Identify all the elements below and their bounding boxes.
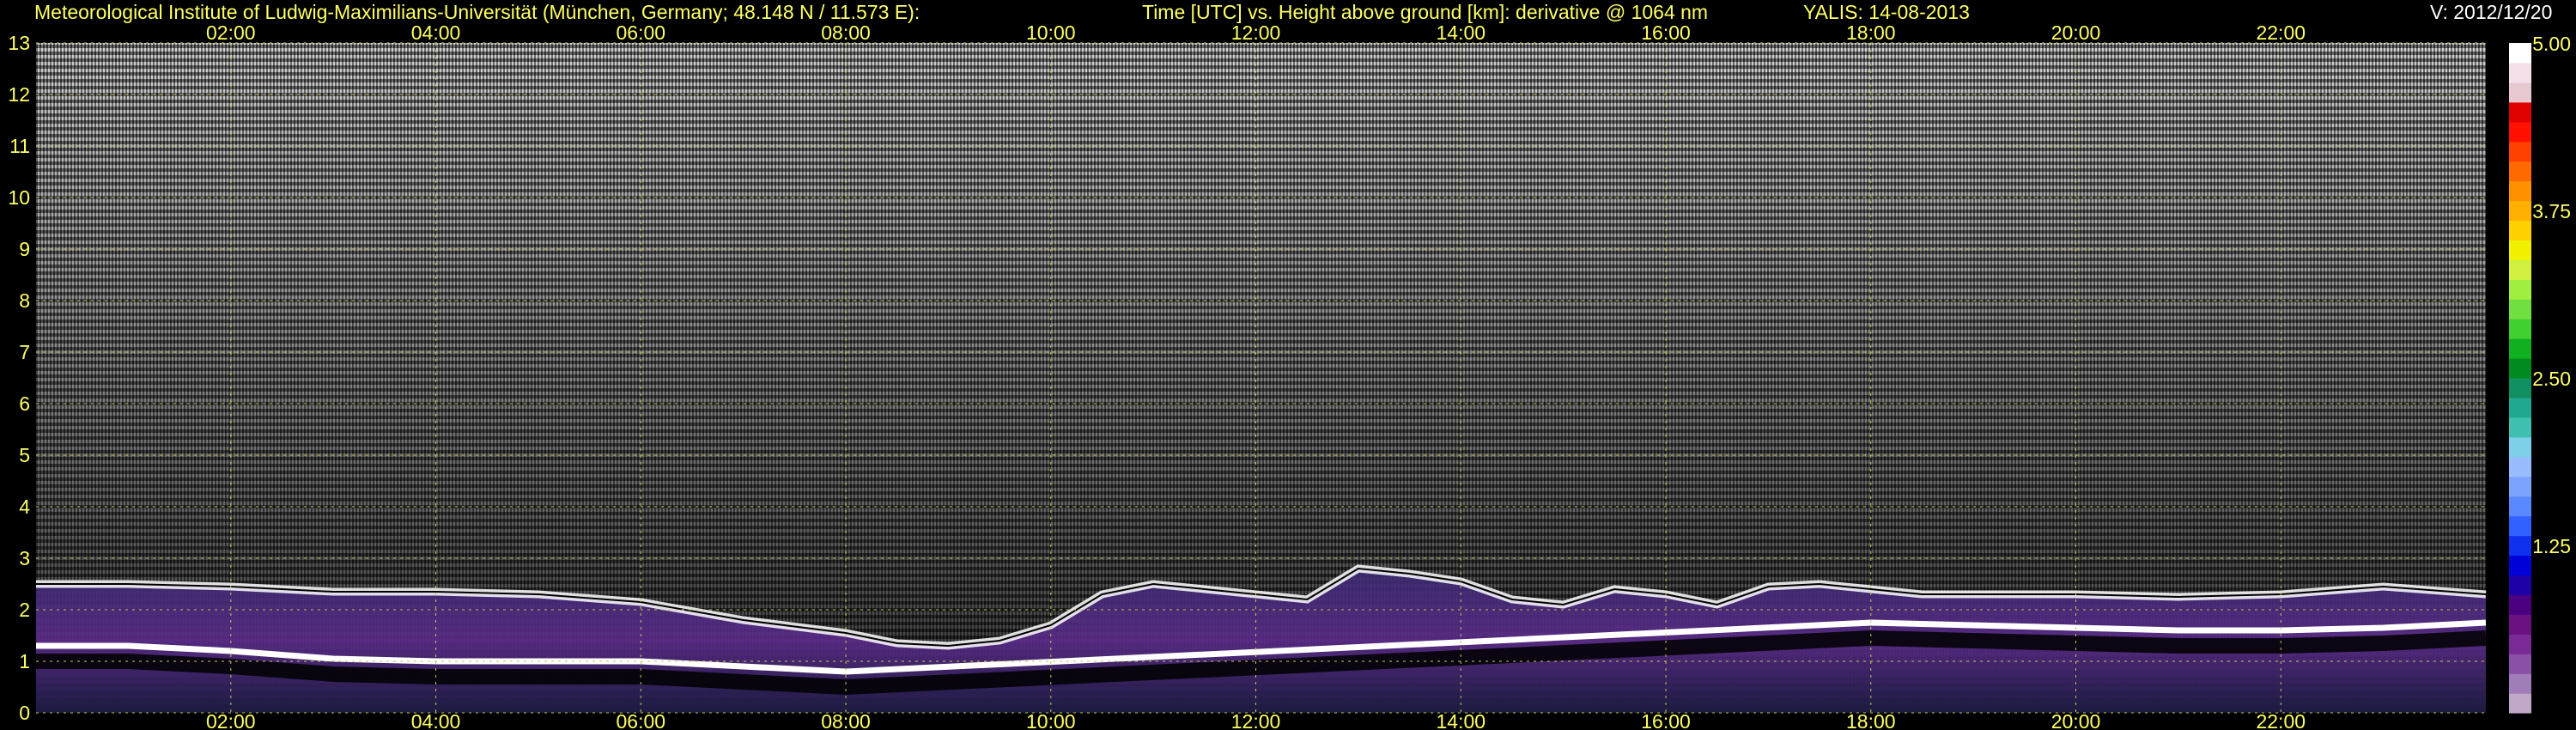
x-tick-bottom-3: 08:00 <box>821 710 871 730</box>
colorbar-swatch-12 <box>2509 456 2531 478</box>
y-tick-8: 8 <box>19 289 30 312</box>
colorbar-swatch-0 <box>2509 693 2531 714</box>
colorbar-swatch-17 <box>2509 358 2531 379</box>
colorbar-swatch-32 <box>2509 62 2531 83</box>
colorbar: 1.25 2.50 3.75 5.00 <box>2509 33 2571 714</box>
x-tick-top-2: 06:00 <box>617 21 666 44</box>
colorbar-swatch-24 <box>2509 220 2531 241</box>
x-tick-top-7: 16:00 <box>1641 21 1691 44</box>
colorbar-tick-1: 2.50 <box>2532 368 2571 390</box>
colorbar-swatch-23 <box>2509 240 2531 260</box>
colorbar-swatch-7 <box>2509 555 2531 576</box>
colorbar-tick-3: 5.00 <box>2532 33 2571 55</box>
colorbar-swatch-18 <box>2509 338 2531 359</box>
colorbar-tick-0: 1.25 <box>2532 535 2571 557</box>
colorbar-swatch-8 <box>2509 535 2531 557</box>
colorbar-swatch-33 <box>2509 43 2531 64</box>
colorbar-swatch-19 <box>2509 319 2531 339</box>
y-tick-2: 2 <box>19 599 30 621</box>
colorbar-swatch-25 <box>2509 200 2531 222</box>
y-tick-13: 13 <box>8 32 30 54</box>
colorbar-swatch-1 <box>2509 673 2531 694</box>
x-tick-top-4: 10:00 <box>1026 21 1076 44</box>
colorbar-swatch-5 <box>2509 594 2531 615</box>
x-tick-top-1: 04:00 <box>411 21 461 44</box>
colorbar-swatch-26 <box>2509 180 2531 202</box>
x-tick-bottom-0: 02:00 <box>206 710 256 730</box>
x-tick-top-5: 12:00 <box>1231 21 1281 44</box>
y-tick-5: 5 <box>19 444 30 466</box>
y-tick-10: 10 <box>8 186 30 209</box>
colorbar-swatch-11 <box>2509 476 2531 497</box>
x-tick-top-3: 08:00 <box>821 21 871 44</box>
x-tick-bottom-1: 04:00 <box>411 710 461 730</box>
colorbar-swatch-13 <box>2509 436 2531 458</box>
x-tick-top-9: 20:00 <box>2051 21 2101 44</box>
colorbar-swatch-21 <box>2509 279 2531 300</box>
x-tick-bottom-7: 16:00 <box>1641 710 1691 730</box>
y-tick-9: 9 <box>19 238 30 260</box>
colorbar-swatch-29 <box>2509 121 2531 143</box>
y-tick-6: 6 <box>19 392 30 415</box>
x-tick-bottom-9: 20:00 <box>2051 710 2101 730</box>
colorbar-swatch-3 <box>2509 634 2531 654</box>
y-tick-4: 4 <box>19 496 30 518</box>
plot-area <box>36 43 2487 713</box>
colorbar-swatch-30 <box>2509 101 2531 123</box>
y-tick-1: 1 <box>19 650 30 672</box>
x-tick-bottom-10: 22:00 <box>2256 710 2306 730</box>
x-tick-bottom-4: 10:00 <box>1026 710 1076 730</box>
colorbar-swatch-2 <box>2509 654 2531 674</box>
y-tick-0: 0 <box>19 702 30 724</box>
x-tick-top-6: 14:00 <box>1436 21 1485 44</box>
colorbar-swatch-22 <box>2509 259 2531 280</box>
x-tick-top-8: 18:00 <box>1846 21 1896 44</box>
colorbar-swatch-20 <box>2509 299 2531 319</box>
colorbar-swatch-28 <box>2509 141 2531 162</box>
colorbar-swatch-6 <box>2509 575 2531 595</box>
colorbar-swatch-9 <box>2509 515 2531 537</box>
x-tick-top-0: 02:00 <box>206 21 256 44</box>
colorbar-swatch-31 <box>2509 82 2531 103</box>
y-tick-12: 12 <box>8 83 30 106</box>
x-tick-bottom-8: 18:00 <box>1846 710 1896 730</box>
colorbar-swatch-15 <box>2509 397 2531 418</box>
colorbar-tick-2: 3.75 <box>2532 200 2571 222</box>
x-tick-top-10: 22:00 <box>2256 21 2306 44</box>
y-tick-7: 7 <box>19 341 30 363</box>
colorbar-swatch-4 <box>2509 614 2531 635</box>
lidar-time-height-chart: 02:00 02:00 04:00 04:00 06:00 06:00 08:00 08:00… <box>8 21 2571 730</box>
x-tick-bottom-2: 06:00 <box>617 710 666 730</box>
x-tick-bottom-6: 14:00 <box>1436 710 1485 730</box>
y-tick-3: 3 <box>19 547 30 569</box>
colorbar-swatch-14 <box>2509 417 2531 438</box>
x-tick-bottom-5: 12:00 <box>1231 710 1281 730</box>
colorbar-swatch-10 <box>2509 496 2531 517</box>
colorbar-swatch-27 <box>2509 161 2531 182</box>
y-tick-11: 11 <box>9 135 30 157</box>
colorbar-swatch-16 <box>2509 378 2531 398</box>
